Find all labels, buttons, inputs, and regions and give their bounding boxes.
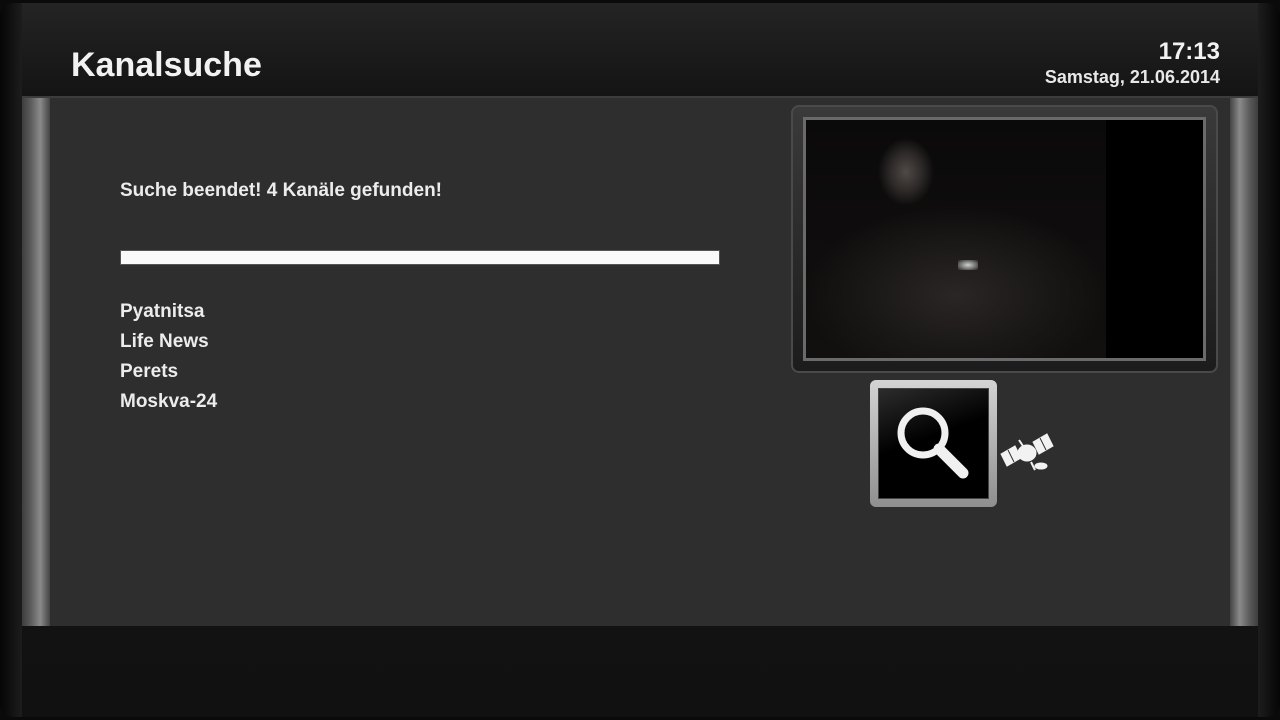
left-edge: [0, 3, 22, 717]
scan-status-text: Suche beendet! 4 Kanäle gefunden!: [120, 180, 442, 201]
screen-frame: Kanalsuche 17:13 Samstag, 21.06.2014 Suc…: [0, 0, 1280, 720]
channel-item[interactable]: Perets: [120, 360, 217, 390]
video-highlight: [958, 260, 978, 270]
panel-left-shade: [22, 98, 50, 626]
tv-preview-video: [806, 120, 1106, 358]
panel-right-shade: [1230, 98, 1258, 626]
channel-item[interactable]: Pyatnitsa: [120, 300, 217, 330]
clock-date: Samstag, 21.06.2014: [1044, 67, 1220, 87]
tv-preview-frame: [791, 105, 1218, 373]
channel-item[interactable]: Moskva-24: [120, 390, 217, 420]
right-edge: [1258, 3, 1280, 717]
search-icon: [878, 388, 989, 499]
channel-item[interactable]: Life News: [120, 330, 217, 360]
clock-time: 17:13: [1158, 38, 1220, 65]
satellite-icon: [1000, 433, 1054, 471]
search-icon-tile: [870, 380, 997, 507]
page-title: Kanalsuche: [71, 46, 262, 84]
found-channel-list: Pyatnitsa Life News Perets Moskva-24: [120, 300, 217, 420]
scan-progress-fill: [121, 251, 719, 264]
magnifier-glyph: [897, 407, 969, 479]
scan-progress-bar: [120, 250, 720, 265]
tv-preview: [803, 117, 1206, 361]
